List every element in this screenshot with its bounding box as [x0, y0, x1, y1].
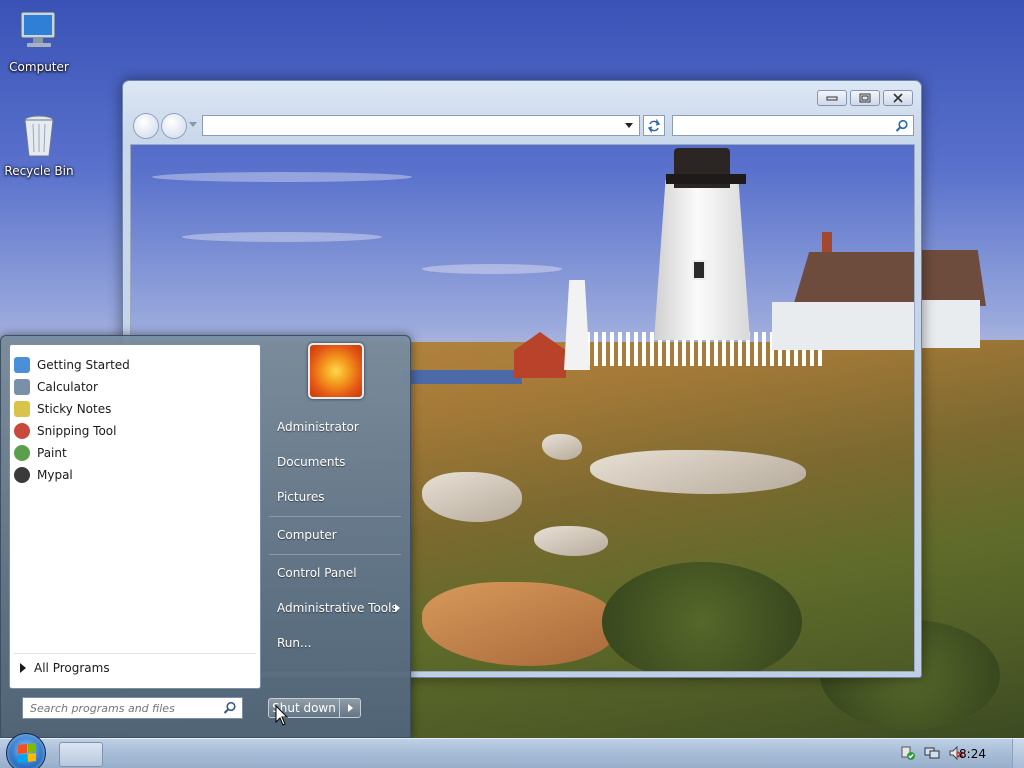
chevron-right-icon	[395, 604, 400, 612]
menu-item-administrator[interactable]: Administrator	[277, 420, 359, 434]
snipping-tool-icon	[14, 423, 30, 439]
history-dropdown[interactable]	[189, 122, 197, 127]
forward-button[interactable]	[161, 113, 187, 139]
program-label: Sticky Notes	[37, 402, 112, 416]
restore-icon	[859, 93, 871, 103]
menu-item-documents[interactable]: Documents	[277, 455, 345, 469]
mypal-icon	[14, 467, 30, 483]
program-calculator[interactable]: Calculator	[14, 376, 98, 398]
sticky-notes-icon	[14, 401, 30, 417]
desktop-icon-label: Recycle Bin	[4, 164, 74, 178]
start-search-input[interactable]	[23, 698, 218, 718]
taskbar-clock[interactable]: 8:24	[959, 747, 986, 761]
back-button[interactable]	[133, 113, 159, 139]
show-desktop-button[interactable]	[1012, 739, 1024, 768]
program-snipping-tool[interactable]: Snipping Tool	[14, 420, 116, 442]
mouse-cursor-icon	[275, 705, 289, 726]
browser-search-box[interactable]	[672, 115, 914, 136]
desktop-icon-computer[interactable]: Computer	[0, 8, 78, 74]
start-button[interactable]	[6, 733, 46, 768]
taskbar-window-button[interactable]	[59, 742, 103, 767]
start-menu: Getting Started Calculator Sticky Notes …	[0, 335, 411, 738]
close-icon	[893, 93, 903, 103]
refresh-button[interactable]	[643, 115, 665, 136]
all-programs-label: All Programs	[34, 661, 110, 675]
browser-search-input[interactable]	[673, 116, 889, 135]
program-mypal[interactable]: Mypal	[14, 464, 73, 486]
divider	[269, 516, 401, 517]
menu-item-run[interactable]: Run...	[277, 636, 311, 650]
search-icon[interactable]	[223, 701, 237, 715]
address-input[interactable]	[203, 116, 596, 135]
all-programs-item[interactable]: All Programs	[20, 661, 110, 675]
program-paint[interactable]: Paint	[14, 442, 67, 464]
menu-item-pictures[interactable]: Pictures	[277, 490, 325, 504]
windows-logo-icon	[18, 743, 36, 763]
address-bar[interactable]	[202, 115, 640, 136]
recycle-bin-icon	[15, 112, 63, 160]
divider	[14, 653, 256, 654]
minimize-button[interactable]	[817, 90, 847, 106]
program-sticky-notes[interactable]: Sticky Notes	[14, 398, 111, 420]
paint-icon	[14, 445, 30, 461]
shutdown-options-button[interactable]	[339, 698, 361, 718]
search-icon[interactable]	[895, 119, 909, 133]
system-tray	[900, 745, 964, 761]
program-label: Calculator	[37, 380, 98, 394]
program-label: Snipping Tool	[37, 424, 117, 438]
computer-icon	[15, 8, 63, 56]
navigation-bar	[131, 113, 914, 139]
chevron-down-icon[interactable]	[625, 123, 633, 128]
minimize-icon	[826, 96, 838, 101]
program-label: Paint	[37, 446, 67, 460]
start-menu-programs-pane: Getting Started Calculator Sticky Notes …	[9, 344, 261, 689]
start-search-box[interactable]	[22, 697, 243, 719]
refresh-icon	[647, 118, 661, 133]
menu-item-computer[interactable]: Computer	[277, 528, 337, 542]
action-center-icon[interactable]	[900, 745, 916, 761]
calculator-icon	[14, 379, 30, 395]
divider	[269, 554, 401, 555]
restore-button[interactable]	[850, 90, 880, 106]
close-button[interactable]	[883, 90, 913, 106]
user-picture[interactable]	[308, 343, 364, 399]
program-label: Getting Started	[37, 358, 130, 372]
desktop-icon-recycle-bin[interactable]: Recycle Bin	[0, 112, 78, 178]
taskbar: 8:24	[0, 733, 1024, 768]
menu-item-administrative-tools[interactable]: Administrative Tools	[277, 601, 398, 615]
menu-item-control-panel[interactable]: Control Panel	[277, 566, 357, 580]
desktop-icon-label: Computer	[9, 60, 69, 74]
window-controls	[817, 90, 913, 106]
chevron-right-icon	[20, 663, 26, 673]
chevron-right-icon	[348, 704, 353, 712]
network-icon[interactable]	[924, 745, 940, 761]
program-label: Mypal	[37, 468, 73, 482]
getting-started-icon	[14, 357, 30, 373]
program-getting-started[interactable]: Getting Started	[14, 354, 130, 376]
